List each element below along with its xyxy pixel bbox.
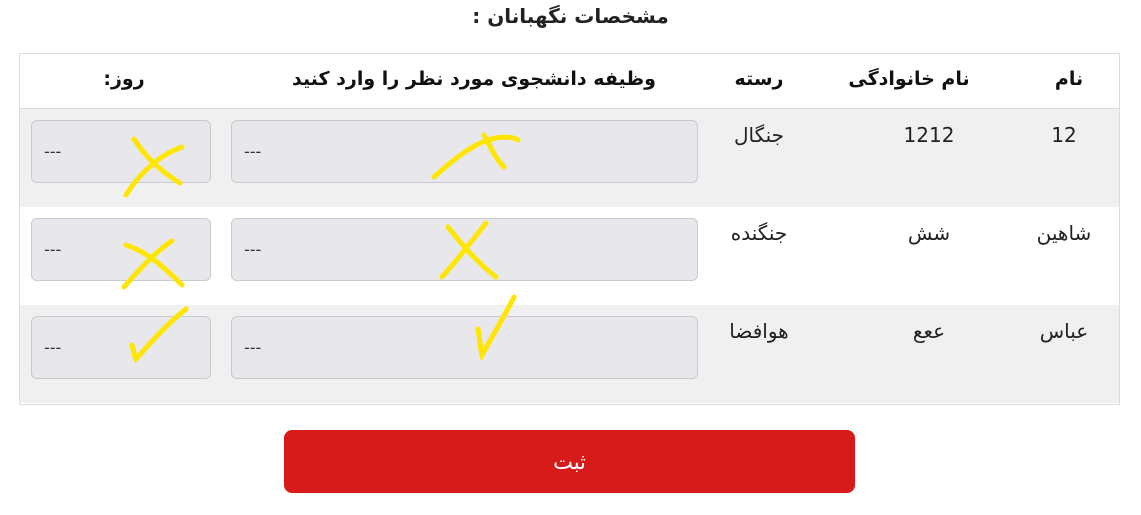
day-input[interactable]	[31, 316, 211, 379]
cell-category: هوافضا	[729, 319, 789, 343]
header-task: وظیفه دانشجوی مورد نظر را وارد کنید	[292, 68, 656, 90]
table-row: 12 1212 جنگال	[20, 109, 1119, 207]
header-category: رسته	[734, 68, 784, 90]
guards-table: نام نام خانوادگی رسته وظیفه دانشجوی مورد…	[19, 53, 1120, 405]
header-day: روز:	[103, 68, 145, 90]
header-name: نام	[1054, 68, 1084, 90]
cell-category: جنگنده	[730, 221, 788, 245]
day-input[interactable]	[31, 120, 211, 183]
cell-category: جنگال	[733, 123, 785, 147]
table-row: عباس ععع هوافضا	[20, 294, 1119, 403]
cell-family: ععع	[912, 319, 946, 343]
cell-name: عباس	[1039, 319, 1089, 343]
task-input[interactable]	[231, 218, 698, 281]
table-row: شاهین شش جنگنده	[20, 207, 1119, 305]
cell-family: شش	[907, 221, 951, 245]
task-input[interactable]	[231, 316, 698, 379]
submit-button[interactable]: ثبت	[284, 430, 855, 493]
page-title: مشخصات نگهبانان :	[472, 4, 669, 28]
cell-family: 1212	[903, 123, 955, 147]
page: مشخصات نگهبانان : نام نام خانوادگی رسته …	[0, 0, 1141, 515]
day-input[interactable]	[31, 218, 211, 281]
task-input[interactable]	[231, 120, 698, 183]
header-family: نام خانوادگی	[848, 68, 970, 90]
cell-name: 12	[1051, 123, 1077, 147]
table-header: نام نام خانوادگی رسته وظیفه دانشجوی مورد…	[20, 54, 1119, 109]
cell-name: شاهین	[1036, 221, 1092, 245]
